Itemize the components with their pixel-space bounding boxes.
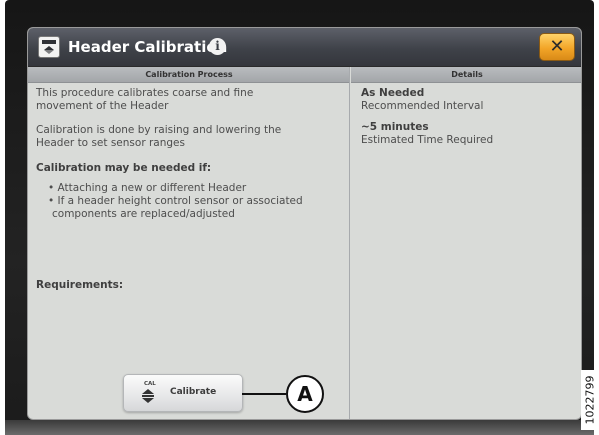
calibrate-button-label: Calibrate — [170, 387, 217, 397]
details-header: Details — [351, 67, 581, 83]
requirements-heading: Requirements: — [36, 279, 124, 291]
figure-id-text: 1022799 — [583, 375, 597, 425]
bullet-sensor-line1: • If a header height control sensor or a… — [48, 195, 303, 207]
intro-text-line2: movement of the Header — [36, 100, 169, 112]
intro-text-line1: This procedure calibrates coarse and fin… — [36, 87, 254, 99]
bullet-sensor-line2: components are replaced/adjusted — [52, 208, 235, 220]
calibrate-arrows-icon — [142, 389, 154, 403]
bullet-new-header: • Attaching a new or different Header — [48, 182, 247, 194]
callout-a: A — [286, 375, 324, 413]
cal-small-label: CAL — [144, 381, 156, 387]
callout-leader-line — [242, 393, 286, 395]
method-text-line1: Calibration is done by raising and lower… — [36, 124, 282, 136]
dialog-title-bar: Header Calibration i ✕ — [28, 28, 581, 67]
close-button[interactable]: ✕ — [539, 33, 575, 61]
method-text-line2: Header to set sensor ranges — [36, 137, 185, 149]
calibration-process-header: Calibration Process — [28, 67, 350, 83]
interval-value: As Needed — [361, 87, 425, 99]
calibrate-button[interactable]: CAL Calibrate — [123, 374, 243, 412]
needed-heading: Calibration may be needed if: — [36, 162, 212, 174]
header-icon — [38, 36, 60, 58]
header-calibration-dialog: Header Calibration i ✕ Calibration Proce… — [27, 27, 582, 420]
info-icon[interactable]: i — [209, 38, 226, 55]
time-label: Estimated Time Required — [361, 134, 494, 146]
monitor-bezel-bottom — [5, 420, 594, 435]
time-value: ~5 minutes — [361, 121, 429, 133]
figure-id: 1022799 — [581, 370, 599, 430]
dialog-title: Header Calibration — [68, 38, 228, 56]
column-divider — [349, 67, 350, 419]
interval-label: Recommended Interval — [361, 100, 484, 112]
